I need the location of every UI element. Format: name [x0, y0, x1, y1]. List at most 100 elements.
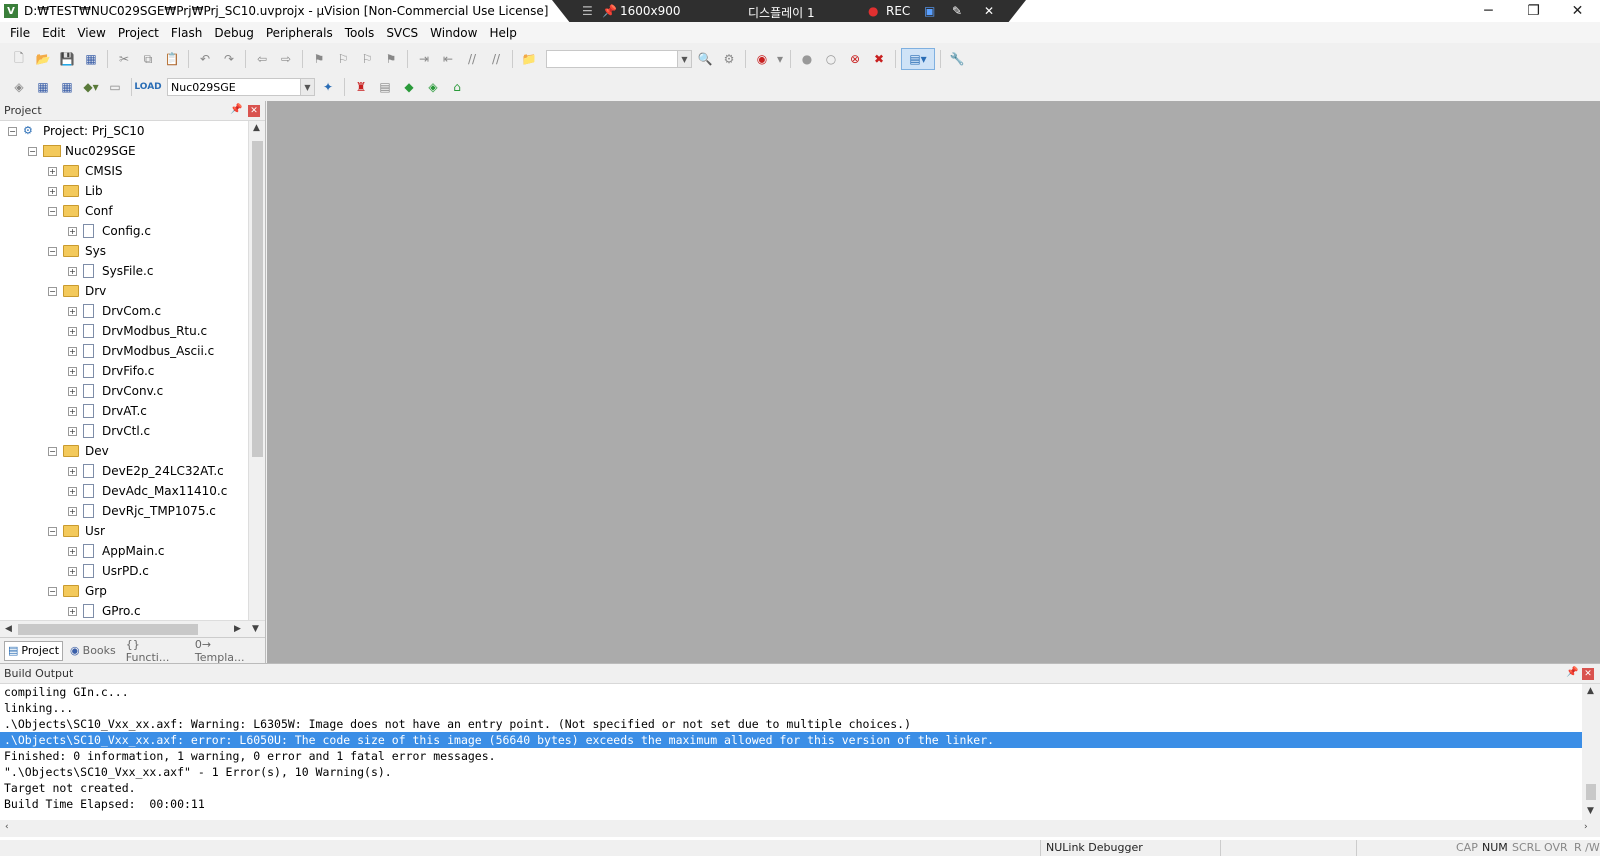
expand-icon[interactable]: +: [68, 466, 77, 476]
find-icon[interactable]: 🔍: [694, 48, 716, 70]
camera-icon[interactable]: ▣: [924, 4, 935, 18]
collapse-icon[interactable]: −: [28, 146, 37, 156]
chevron-down-icon[interactable]: ▾: [775, 48, 785, 70]
tree-item-folder[interactable]: − Drv: [48, 281, 106, 301]
tree-item-file[interactable]: + DrvCom.c: [68, 301, 161, 321]
expand-icon[interactable]: +: [68, 546, 77, 556]
menu-tools[interactable]: Tools: [339, 26, 381, 40]
collapse-icon[interactable]: −: [48, 586, 57, 596]
tree-item-file[interactable]: + DrvConv.c: [68, 381, 163, 401]
target-options-icon[interactable]: ✦: [317, 76, 339, 98]
new-file-icon[interactable]: 🗋: [8, 48, 30, 70]
select-packs-icon[interactable]: ◈: [422, 76, 444, 98]
expand-icon[interactable]: +: [68, 306, 77, 316]
scroll-up-icon[interactable]: ▲: [1587, 686, 1594, 696]
indent-icon[interactable]: ⇥: [413, 48, 435, 70]
build-icon[interactable]: ▦: [32, 76, 54, 98]
menu-help[interactable]: Help: [483, 26, 522, 40]
menu-view[interactable]: View: [71, 26, 111, 40]
find-in-files-icon[interactable]: 📁: [518, 48, 540, 70]
tab-functions[interactable]: {} Functi...: [123, 638, 188, 664]
incremental-find-icon[interactable]: ⚙: [718, 48, 740, 70]
run-time-env-icon[interactable]: ⌂: [446, 76, 468, 98]
tree-item-file[interactable]: + DevAdc_Max11410.c: [68, 481, 227, 501]
configure-icon[interactable]: 🔧: [946, 48, 968, 70]
tab-project[interactable]: ▤ Project: [4, 640, 64, 661]
collapse-icon[interactable]: −: [48, 206, 57, 216]
expand-icon[interactable]: +: [68, 326, 77, 336]
editor-area[interactable]: [267, 101, 1600, 663]
manage-components-icon[interactable]: ♜: [350, 76, 372, 98]
menu-file[interactable]: File: [4, 26, 36, 40]
tree-horizontal-scrollbar[interactable]: ◀ ▶ ▼: [0, 620, 265, 637]
tree-item-folder[interactable]: − Conf: [48, 201, 113, 221]
tab-books[interactable]: ◉ Books: [67, 641, 119, 661]
output-horizontal-scrollbar[interactable]: ‹ ›: [0, 820, 1600, 837]
menu-flash[interactable]: Flash: [165, 26, 208, 40]
menu-svcs[interactable]: SVCS: [380, 26, 424, 40]
debug-session-icon[interactable]: ◉: [751, 48, 773, 70]
close-icon[interactable]: ✕: [1582, 668, 1594, 680]
build-output-text[interactable]: compiling GIn.c... linking... .\Objects\SC…: [0, 684, 1582, 820]
comment-icon[interactable]: //: [461, 48, 483, 70]
breakpoint-options-icon[interactable]: ✖: [868, 48, 890, 70]
chevron-down-icon[interactable]: ▼: [677, 51, 691, 67]
expand-icon[interactable]: +: [68, 426, 77, 436]
scroll-down-icon[interactable]: ▼: [252, 624, 259, 634]
close-button[interactable]: ✕: [1555, 0, 1600, 22]
menu-debug[interactable]: Debug: [208, 26, 259, 40]
tree-item-file[interactable]: + UsrPD.c: [68, 561, 149, 581]
tree-item-file[interactable]: + DevRjc_TMP1075.c: [68, 501, 216, 521]
expand-icon[interactable]: +: [68, 486, 77, 496]
stop-build-icon[interactable]: ▭: [104, 76, 126, 98]
scroll-thumb[interactable]: [252, 141, 263, 457]
scroll-right-icon[interactable]: ›: [1584, 822, 1588, 832]
output-line-selected[interactable]: .\Objects\SC10_Vxx_xx.axf: error: L6050U…: [0, 732, 1582, 748]
redo-icon[interactable]: ↷: [218, 48, 240, 70]
tree-item-folder[interactable]: + Lib: [48, 181, 103, 201]
scroll-up-icon[interactable]: ▲: [253, 123, 260, 133]
expand-icon[interactable]: +: [68, 386, 77, 396]
paste-icon[interactable]: 📋: [161, 48, 183, 70]
pin-icon[interactable]: 📌: [1566, 667, 1578, 678]
scroll-left-icon[interactable]: ◀: [5, 624, 12, 634]
next-bookmark-icon[interactable]: ⚐: [356, 48, 378, 70]
open-file-icon[interactable]: 📂: [32, 48, 54, 70]
scroll-thumb[interactable]: [18, 624, 198, 635]
tree-item-file[interactable]: + Config.c: [68, 221, 151, 241]
tree-item-folder[interactable]: − Usr: [48, 521, 105, 541]
bookmark-icon[interactable]: ⚑: [308, 48, 330, 70]
chevron-down-icon[interactable]: ▼: [300, 79, 314, 95]
output-line[interactable]: Finished: 0 information, 1 warning, 0 er…: [0, 748, 1582, 764]
expand-icon[interactable]: +: [68, 406, 77, 416]
tree-item-file[interactable]: + DrvAT.c: [68, 401, 147, 421]
copy-icon[interactable]: ⧉: [137, 48, 159, 70]
restore-button[interactable]: ❐: [1511, 0, 1556, 22]
output-line[interactable]: Target not created.: [0, 780, 1582, 796]
tree-item-project[interactable]: − ⚙ Project: Prj_SC10: [8, 121, 144, 141]
expand-icon[interactable]: +: [68, 506, 77, 516]
window-layout-button[interactable]: ▤▾: [901, 48, 935, 70]
prev-bookmark-icon[interactable]: ⚐: [332, 48, 354, 70]
tree-item-file[interactable]: + DrvModbus_Rtu.c: [68, 321, 207, 341]
save-icon[interactable]: 💾: [56, 48, 78, 70]
unindent-icon[interactable]: ⇤: [437, 48, 459, 70]
tree-item-folder[interactable]: − Grp: [48, 581, 107, 601]
save-all-icon[interactable]: ▦: [80, 48, 102, 70]
cut-icon[interactable]: ✂: [113, 48, 135, 70]
expand-icon[interactable]: +: [68, 566, 77, 576]
collapse-icon[interactable]: −: [48, 446, 57, 456]
expand-icon[interactable]: +: [68, 266, 77, 276]
tree-item-file[interactable]: + DrvCtl.c: [68, 421, 150, 441]
collapse-icon[interactable]: −: [48, 526, 57, 536]
breakpoint-icon[interactable]: ●: [796, 48, 818, 70]
close-icon[interactable]: ✕: [248, 105, 260, 117]
tree-vertical-scrollbar[interactable]: ▲: [248, 121, 265, 620]
output-line[interactable]: .\Objects\SC10_Vxx_xx.axf: Warning: L630…: [0, 716, 1582, 732]
minimize-button[interactable]: ─: [1466, 0, 1511, 22]
load-icon[interactable]: LOAD: [134, 76, 161, 98]
scroll-left-icon[interactable]: ‹: [5, 822, 9, 832]
kill-breakpoints-icon[interactable]: ⊗: [844, 48, 866, 70]
recorder-close-icon[interactable]: ✕: [984, 4, 994, 18]
tab-templates[interactable]: 0→ Templa...: [192, 638, 265, 664]
